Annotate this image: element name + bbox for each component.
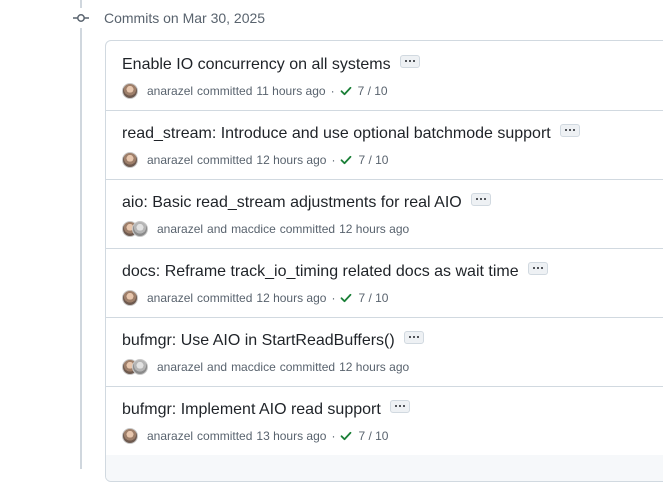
ellipsis-icon[interactable] <box>559 123 580 137</box>
author-link[interactable]: anarazel <box>147 84 193 98</box>
avatar[interactable] <box>122 290 138 306</box>
ellipsis-icon[interactable] <box>403 330 424 344</box>
avatar[interactable] <box>122 428 138 444</box>
and-text: and <box>207 222 228 236</box>
separator-dot: · <box>331 153 336 167</box>
commit-row: aio: Basic read_stream adjustments for r… <box>106 179 663 249</box>
separator-dot: · <box>331 291 336 305</box>
separator-dot: · <box>330 84 335 98</box>
avatar[interactable] <box>122 152 138 168</box>
status-count[interactable]: 7 / 10 <box>358 153 388 167</box>
and-text: and <box>207 360 228 374</box>
co-author-link[interactable]: macdice <box>231 222 276 236</box>
check-icon[interactable] <box>340 154 352 166</box>
commit-title-link[interactable]: Enable IO concurrency on all systems <box>122 55 391 75</box>
commit-time: 13 hours ago <box>256 429 327 443</box>
commit-group-date: Commits on Mar 30, 2025 <box>104 10 266 26</box>
committed-text: committed <box>197 84 253 98</box>
committed-text: committed <box>279 222 336 236</box>
check-icon[interactable] <box>340 430 352 442</box>
commit-row: bufmgr: Use AIO in StartReadBuffers() an… <box>106 317 663 387</box>
git-commit-icon <box>70 8 92 28</box>
commit-title-link[interactable]: bufmgr: Use AIO in StartReadBuffers() <box>122 331 395 351</box>
timeline-line <box>80 0 82 469</box>
ellipsis-icon[interactable] <box>399 54 420 68</box>
commit-title-link[interactable]: docs: Reframe track_io_timing related do… <box>122 262 519 282</box>
avatar[interactable] <box>122 83 138 99</box>
status-count[interactable]: 7 / 10 <box>358 84 388 98</box>
avatar[interactable] <box>132 221 148 237</box>
commit-title-link[interactable]: read_stream: Introduce and use optional … <box>122 124 551 144</box>
commit-list: Enable IO concurrency on all systems ana… <box>105 40 663 482</box>
author-link[interactable]: anarazel <box>157 222 203 236</box>
commit-row: read_stream: Introduce and use optional … <box>106 110 663 180</box>
commit-row: bufmgr: Implement AIO read support anara… <box>106 386 663 456</box>
author-link[interactable]: anarazel <box>147 291 193 305</box>
ellipsis-icon[interactable] <box>470 192 491 206</box>
avatar[interactable] <box>132 359 148 375</box>
committed-text: committed <box>279 360 336 374</box>
avatar-pair[interactable] <box>122 221 148 237</box>
committed-text: committed <box>197 291 253 305</box>
author-link[interactable]: anarazel <box>157 360 203 374</box>
commit-time: 11 hours ago <box>256 84 326 98</box>
author-link[interactable]: anarazel <box>147 153 193 167</box>
status-count[interactable]: 7 / 10 <box>358 429 388 443</box>
commit-time: 12 hours ago <box>339 360 410 374</box>
ellipsis-icon[interactable] <box>527 261 548 275</box>
committed-text: committed <box>197 153 253 167</box>
author-link[interactable]: anarazel <box>147 429 193 443</box>
commit-title-link[interactable]: aio: Basic read_stream adjustments for r… <box>122 193 462 213</box>
check-icon[interactable] <box>340 292 352 304</box>
commit-row: docs: Reframe track_io_timing related do… <box>106 248 663 318</box>
avatar-pair[interactable] <box>122 359 148 375</box>
status-count[interactable]: 7 / 10 <box>358 291 388 305</box>
separator-dot: · <box>331 429 336 443</box>
co-author-link[interactable]: macdice <box>231 360 276 374</box>
commit-group-header: Commits on Mar 30, 2025 <box>70 8 265 28</box>
commit-row: Enable IO concurrency on all systems ana… <box>106 41 663 111</box>
ellipsis-icon[interactable] <box>389 399 410 413</box>
commit-time: 12 hours ago <box>256 153 327 167</box>
commit-time: 12 hours ago <box>339 222 410 236</box>
check-icon[interactable] <box>340 85 352 97</box>
commit-title-link[interactable]: bufmgr: Implement AIO read support <box>122 400 381 420</box>
commit-time: 12 hours ago <box>256 291 327 305</box>
committed-text: committed <box>197 429 253 443</box>
